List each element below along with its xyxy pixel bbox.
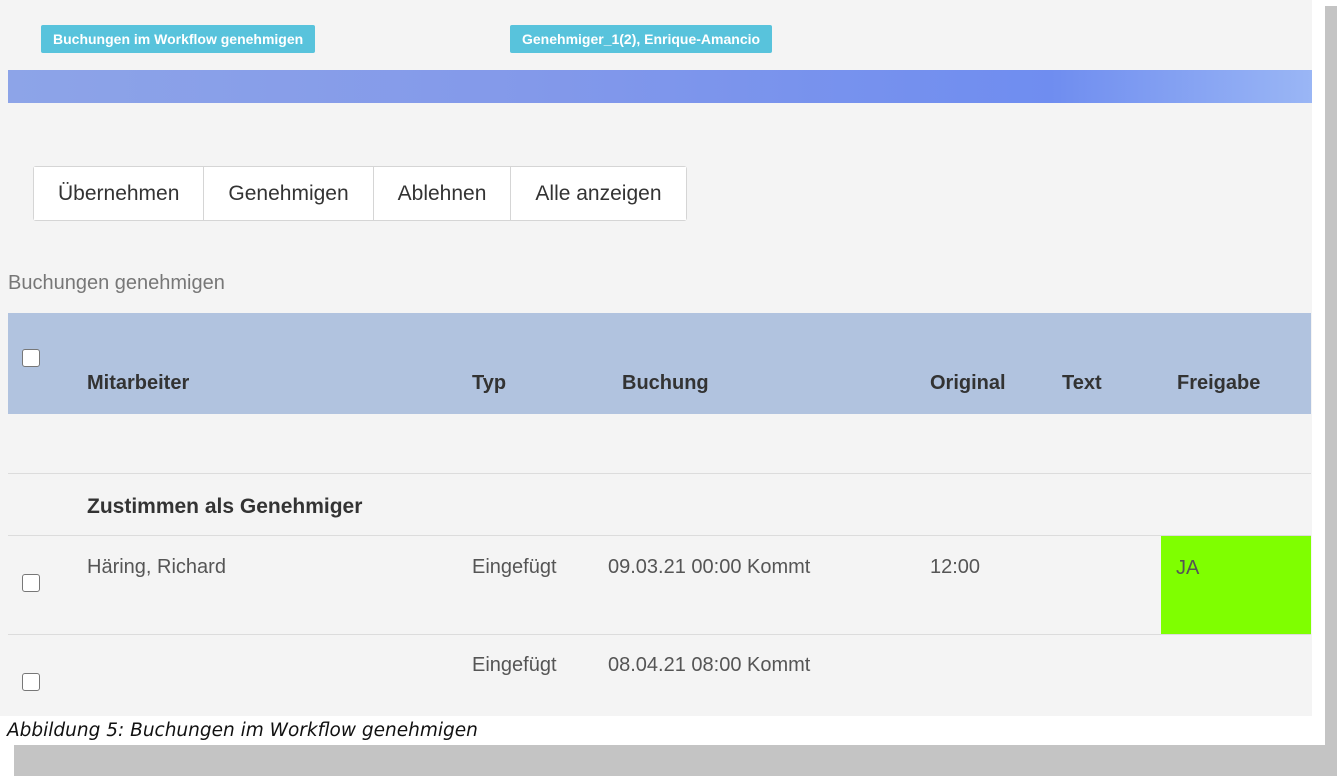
table-header xyxy=(8,313,1311,414)
column-header-mitarbeiter[interactable]: Mitarbeiter xyxy=(87,372,189,395)
approval-value: JA xyxy=(1176,557,1200,579)
select-all-checkbox[interactable] xyxy=(22,349,40,367)
document-frame: Buchungen im Workflow genehmigen Genehmi… xyxy=(0,0,1337,776)
app-screenshot: Buchungen im Workflow genehmigen Genehmi… xyxy=(0,0,1312,716)
apply-button[interactable]: Übernehmen xyxy=(34,167,205,220)
cell-typ: Eingefügt xyxy=(472,654,557,676)
approver-tag: Genehmiger_1(2), Enrique-Amancio xyxy=(510,25,773,53)
section-title: Buchungen genehmigen xyxy=(8,272,225,294)
row-checkbox[interactable] xyxy=(22,673,40,691)
column-header-typ[interactable]: Typ xyxy=(472,372,506,395)
cell-original: 12:00 xyxy=(930,556,981,578)
reject-button[interactable]: Ablehnen xyxy=(373,167,512,220)
cell-buchung: 08.04.21 08:00 Kommt xyxy=(608,654,811,676)
show-all-button[interactable]: Alle anzeigen xyxy=(511,167,686,220)
header-banner xyxy=(8,70,1312,103)
action-button-group: Übernehmen Genehmigen Ablehnen Alle anze… xyxy=(33,166,687,221)
cell-typ: Eingefügt xyxy=(472,556,557,578)
approve-button[interactable]: Genehmigen xyxy=(204,167,374,220)
page-bottom-gap xyxy=(0,745,14,776)
approval-cell-yes: JA xyxy=(1161,536,1311,634)
page-shadow-bottom xyxy=(14,745,1337,776)
group-label: Zustimmen als Genehmiger xyxy=(87,495,363,518)
row-divider xyxy=(8,473,1311,474)
row-checkbox[interactable] xyxy=(22,574,40,592)
column-header-freigabe[interactable]: Freigabe xyxy=(1177,372,1260,395)
header-tags: Buchungen im Workflow genehmigen Genehmi… xyxy=(0,0,1312,70)
document-page: Buchungen im Workflow genehmigen Genehmi… xyxy=(0,0,1325,745)
figure-caption: Abbildung 5: Buchungen im Workflow geneh… xyxy=(7,720,478,741)
row-divider xyxy=(8,634,1311,635)
cell-mitarbeiter: Häring, Richard xyxy=(87,556,226,578)
column-header-original[interactable]: Original xyxy=(930,372,1006,395)
page-shadow-right xyxy=(1325,6,1337,776)
column-header-text[interactable]: Text xyxy=(1062,372,1102,395)
workflow-tag: Buchungen im Workflow genehmigen xyxy=(41,25,316,53)
column-header-buchung[interactable]: Buchung xyxy=(622,372,709,395)
row-divider xyxy=(8,535,1311,536)
cell-buchung: 09.03.21 00:00 Kommt xyxy=(608,556,811,578)
